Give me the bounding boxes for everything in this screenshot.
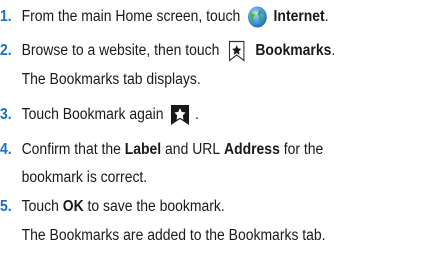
step-text: Touch	[21, 198, 59, 215]
step-4: 4. Confirm that the Label and URL Addres…	[0, 136, 323, 164]
step-number: 5.	[0, 198, 12, 215]
internet-globe-icon	[247, 5, 269, 29]
step-number: 3.	[0, 106, 12, 123]
step-3: 3. Touch Bookmark again .	[0, 101, 199, 129]
step-text: From the main Home screen, touch	[21, 8, 241, 25]
step-2: 2. Browse to a website, then touch Bookm…	[0, 37, 335, 65]
step-number: 1.	[0, 8, 12, 25]
bookmarks-star-icon	[227, 40, 247, 62]
step-4-cont: bookmark is correct.	[0, 164, 148, 192]
step-text: Browse to a website, then touch	[21, 42, 220, 59]
step-text: Touch Bookmark again	[21, 106, 164, 123]
step-number: 2.	[0, 42, 12, 59]
step-1: 1. From the main Home screen, touch Inte…	[0, 3, 329, 31]
step-text-mid: and URL	[165, 141, 221, 158]
step-note: The Bookmarks tab displays.	[21, 71, 201, 88]
step-note: The Bookmarks are added to the Bookmarks…	[21, 227, 326, 244]
ok-label: OK	[62, 198, 84, 215]
step-text-end: .	[324, 8, 329, 25]
bookmark-star-icon	[169, 104, 191, 126]
address-field-name: Address	[224, 141, 280, 158]
instruction-steps: 1. From the main Home screen, touch Inte…	[0, 0, 433, 253]
step-5-note: The Bookmarks are added to the Bookmarks…	[0, 222, 326, 250]
bookmarks-label: Bookmarks	[255, 42, 332, 59]
label-field-name: Label	[124, 141, 162, 158]
step-text-end: for the	[283, 141, 324, 158]
step-text-end: .	[331, 42, 336, 59]
step-5: 5. Touch OK to save the bookmark.	[0, 193, 225, 221]
internet-label: Internet	[273, 8, 325, 25]
step-text-end: to save the bookmark.	[87, 198, 225, 215]
step-text-continued: bookmark is correct.	[21, 169, 148, 186]
step-2-note: The Bookmarks tab displays.	[0, 66, 201, 94]
step-text-end: .	[195, 106, 199, 123]
step-text: Confirm that the	[21, 141, 121, 158]
step-number: 4.	[0, 141, 12, 158]
